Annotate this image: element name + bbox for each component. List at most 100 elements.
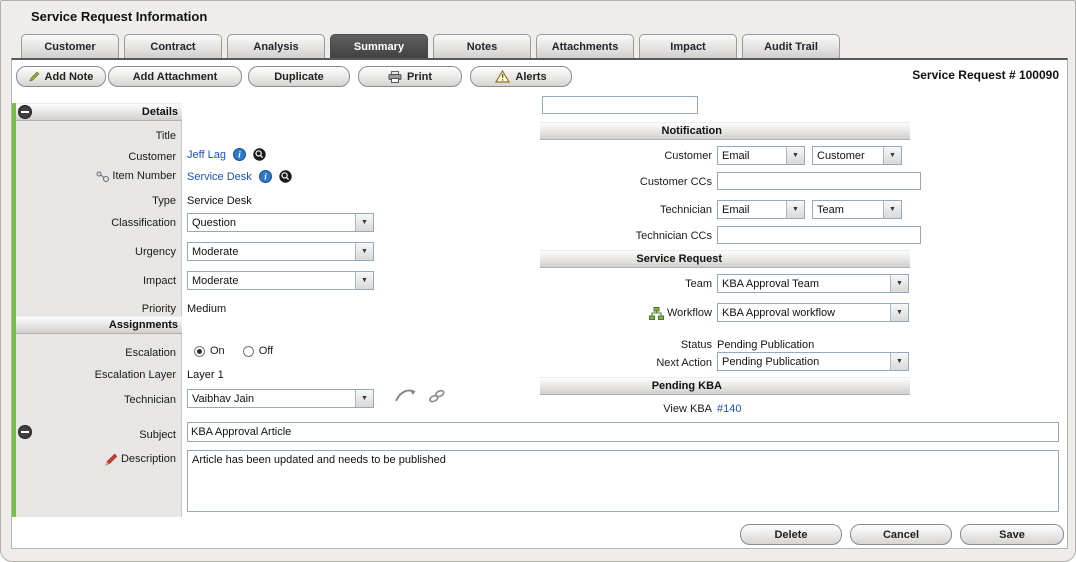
view-kba-label: View KBA [542,403,712,416]
chevron-down-icon: ▼ [355,272,373,289]
tab-contract[interactable]: Contract [124,34,222,58]
urgency-select[interactable]: Moderate▼ [187,242,374,261]
edit-pencil-icon[interactable] [105,453,118,466]
subject-input[interactable] [187,422,1059,442]
item-number-value-row: Service Desk i [187,170,292,183]
escalation-on-radio[interactable] [194,346,205,357]
save-button[interactable]: Save [960,524,1064,545]
workflow-label: Workflow [542,307,712,320]
team-select[interactable]: KBA Approval Team▼ [717,274,909,293]
technician-label: Technician [16,394,176,407]
description-label: Description [16,453,176,466]
tab-attachments[interactable]: Attachments [536,34,634,58]
tab-bar: Customer Contract Analysis Summary Notes… [21,34,840,58]
escalation-radio-group: On Off [194,345,273,357]
service-request-window: Service Request Information Customer Con… [0,0,1076,562]
chevron-down-icon: ▼ [355,214,373,231]
printer-icon [388,71,402,83]
cancel-button[interactable]: Cancel [850,524,952,545]
add-attachment-button[interactable]: Add Attachment [108,66,242,87]
duplicate-button[interactable]: Duplicate [248,66,350,87]
chevron-down-icon: ▼ [883,201,901,218]
item-number-link[interactable]: Service Desk [187,171,252,183]
item-relationship-icon [96,170,109,183]
classification-label: Classification [16,217,176,230]
technician-notify-target-select[interactable]: Team▼ [812,200,902,219]
title-input[interactable] [542,96,698,114]
escalation-on-label: On [210,345,225,357]
escalation-layer-label: Escalation Layer [16,369,176,382]
team-label: Team [542,278,712,291]
customer-notify-method-select[interactable]: Email▼ [717,146,805,165]
customer-ccs-input[interactable] [717,172,921,190]
details-section-header: Details [16,103,182,121]
technician-ccs-label: Technician CCs [542,230,712,243]
alerts-button[interactable]: Alerts [470,66,572,87]
workflow-icon [649,307,664,320]
item-number-label: Item Number [16,170,176,183]
customer-label: Customer [16,151,176,164]
impact-select[interactable]: Moderate▼ [187,271,374,290]
chevron-down-icon: ▼ [890,275,908,292]
reassign-technician-icon[interactable] [394,387,418,404]
technician-ccs-input[interactable] [717,226,921,244]
collapse-details-button[interactable] [18,105,32,119]
chevron-down-icon: ▼ [786,201,804,218]
chevron-down-icon: ▼ [355,390,373,407]
technician-select[interactable]: Vaibhav Jain▼ [187,389,374,408]
print-button[interactable]: Print [358,66,462,87]
customer-ccs-label: Customer CCs [542,176,712,189]
view-kba-link[interactable]: #140 [717,403,741,415]
tab-notes[interactable]: Notes [433,34,531,58]
next-action-label: Next Action [542,357,712,370]
notification-section-header: Notification [540,122,910,140]
tab-analysis[interactable]: Analysis [227,34,325,58]
technician-actions [394,387,448,404]
status-value: Pending Publication [717,339,814,352]
priority-value: Medium [187,303,226,316]
classification-select[interactable]: Question▼ [187,213,374,232]
customer-link[interactable]: Jeff Lag [187,149,226,161]
tab-summary[interactable]: Summary [330,34,428,58]
delete-button[interactable]: Delete [740,524,842,545]
chevron-down-icon: ▼ [890,304,908,321]
chevron-down-icon: ▼ [883,147,901,164]
type-value: Service Desk [187,195,252,208]
escalation-label: Escalation [16,347,176,360]
priority-label: Priority [16,303,176,316]
chevron-down-icon: ▼ [890,353,908,370]
chevron-down-icon: ▼ [786,147,804,164]
description-textarea[interactable]: Article has been updated and needs to be… [187,450,1059,512]
add-note-button[interactable]: Add Note [16,66,106,87]
pending-kba-section-header: Pending KBA [540,377,910,395]
escalation-layer-value: Layer 1 [187,369,224,382]
tab-audit-trail[interactable]: Audit Trail [742,34,840,58]
customer-value-row: Jeff Lag i [187,148,266,161]
urgency-label: Urgency [16,246,176,259]
page-title: Service Request Information [31,9,207,24]
alert-triangle-icon [495,70,510,83]
next-action-select[interactable]: Pending Publication▼ [717,352,909,371]
content-area: Add Note Add Attachment Duplicate Print … [11,58,1068,549]
request-number: Service Request # 100090 [912,68,1059,82]
notification-customer-label: Customer [542,150,712,163]
escalation-off-radio[interactable] [243,346,254,357]
customer-notify-target-select[interactable]: Customer▼ [812,146,902,165]
technician-notify-method-select[interactable]: Email▼ [717,200,805,219]
info-icon[interactable]: i [259,170,272,183]
tab-customer[interactable]: Customer [21,34,119,58]
escalation-off-label: Off [259,345,273,357]
chevron-down-icon: ▼ [355,243,373,260]
note-pencil-icon [29,71,40,82]
info-icon[interactable]: i [233,148,246,161]
tab-impact[interactable]: Impact [639,34,737,58]
workflow-select[interactable]: KBA Approval workflow▼ [717,303,909,322]
unassign-technician-icon[interactable] [426,388,448,404]
subject-label: Subject [16,429,176,442]
search-icon[interactable] [253,148,266,161]
title-label: Title [16,130,176,143]
status-label: Status [542,339,712,352]
search-icon[interactable] [279,170,292,183]
type-label: Type [16,195,176,208]
service-request-section-header: Service Request [540,250,910,268]
